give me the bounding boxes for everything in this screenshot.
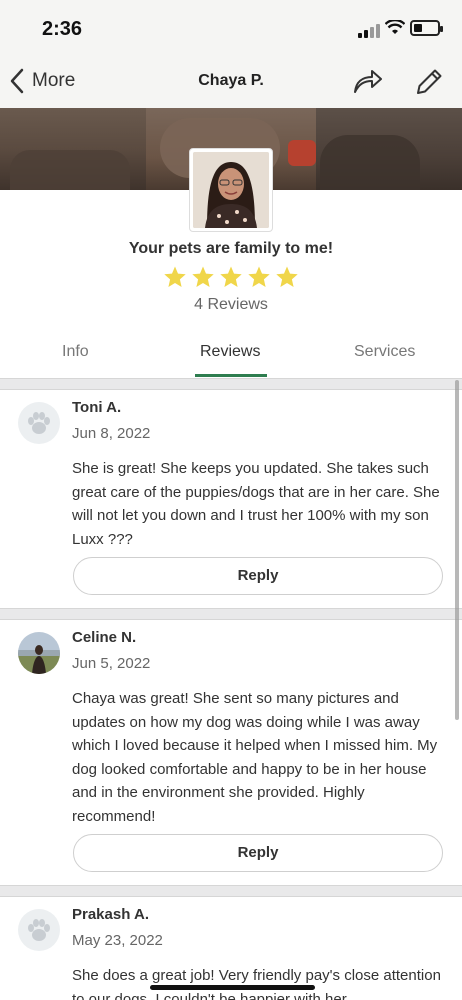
- profile-tabs: Info Reviews Services: [0, 330, 462, 378]
- review-date: Jun 8, 2022: [72, 425, 151, 442]
- status-time: 2:36: [42, 18, 83, 40]
- profile-tagline: Your pets are family to me!: [128, 240, 334, 257]
- rating-stars: [0, 265, 462, 289]
- star-icon: [248, 266, 270, 287]
- reviewer-name: Toni A.: [72, 399, 122, 416]
- page-title: Chaya P.: [198, 72, 264, 89]
- reviewer-name: Celine N.: [72, 629, 137, 646]
- edit-pencil-icon[interactable]: [413, 66, 445, 98]
- section-divider: [0, 378, 462, 390]
- review-text: Chaya was great! She sent so many pictur…: [72, 690, 438, 825]
- home-indicator[interactable]: [150, 985, 315, 990]
- reviewer-name: Prakash A.: [72, 906, 149, 923]
- review-text: She does a great job! Very friendly pay'…: [72, 967, 441, 1000]
- paw-icon: [28, 919, 50, 941]
- status-bar: 2:36: [0, 0, 462, 58]
- tab-reviews[interactable]: Reviews: [200, 343, 260, 361]
- avatar-photo: [193, 152, 269, 228]
- tab-info[interactable]: Info: [62, 343, 89, 361]
- review-date: May 23, 2022: [72, 932, 163, 949]
- paw-icon: [28, 412, 50, 434]
- reviewer-avatar: [18, 402, 60, 444]
- section-divider: [0, 885, 462, 897]
- reviews-count[interactable]: 4 Reviews: [0, 296, 462, 314]
- profile-avatar[interactable]: [189, 148, 273, 232]
- star-icon: [276, 266, 298, 287]
- reply-button[interactable]: Reply: [73, 834, 443, 872]
- cover-photo-detail: [10, 150, 130, 190]
- tab-services[interactable]: Services: [354, 343, 415, 361]
- cover-photo-detail: [320, 135, 420, 190]
- top-bar: 2:36 More Chaya P.: [0, 0, 462, 108]
- cellular-signal-icon: [358, 24, 380, 38]
- active-tab-indicator: [195, 374, 267, 377]
- reviewer-avatar: [18, 909, 60, 951]
- star-icon: [164, 266, 186, 287]
- battery-icon: [410, 20, 443, 36]
- star-icon: [220, 266, 242, 287]
- navigation-bar: More Chaya P.: [0, 58, 462, 108]
- scrollbar[interactable]: [455, 380, 459, 720]
- reply-button[interactable]: Reply: [73, 557, 443, 595]
- reviewer-avatar: [18, 632, 60, 674]
- avatar-portrait: [193, 152, 269, 228]
- cover-photo-detail: [288, 140, 316, 166]
- wifi-icon: [385, 20, 405, 34]
- review-text: She is great! She keeps you updated. She…: [72, 460, 440, 548]
- review-date: Jun 5, 2022: [72, 655, 151, 672]
- section-divider: [0, 608, 462, 620]
- share-icon[interactable]: [352, 66, 384, 96]
- star-icon: [192, 266, 214, 287]
- reviewer-photo: [18, 632, 60, 674]
